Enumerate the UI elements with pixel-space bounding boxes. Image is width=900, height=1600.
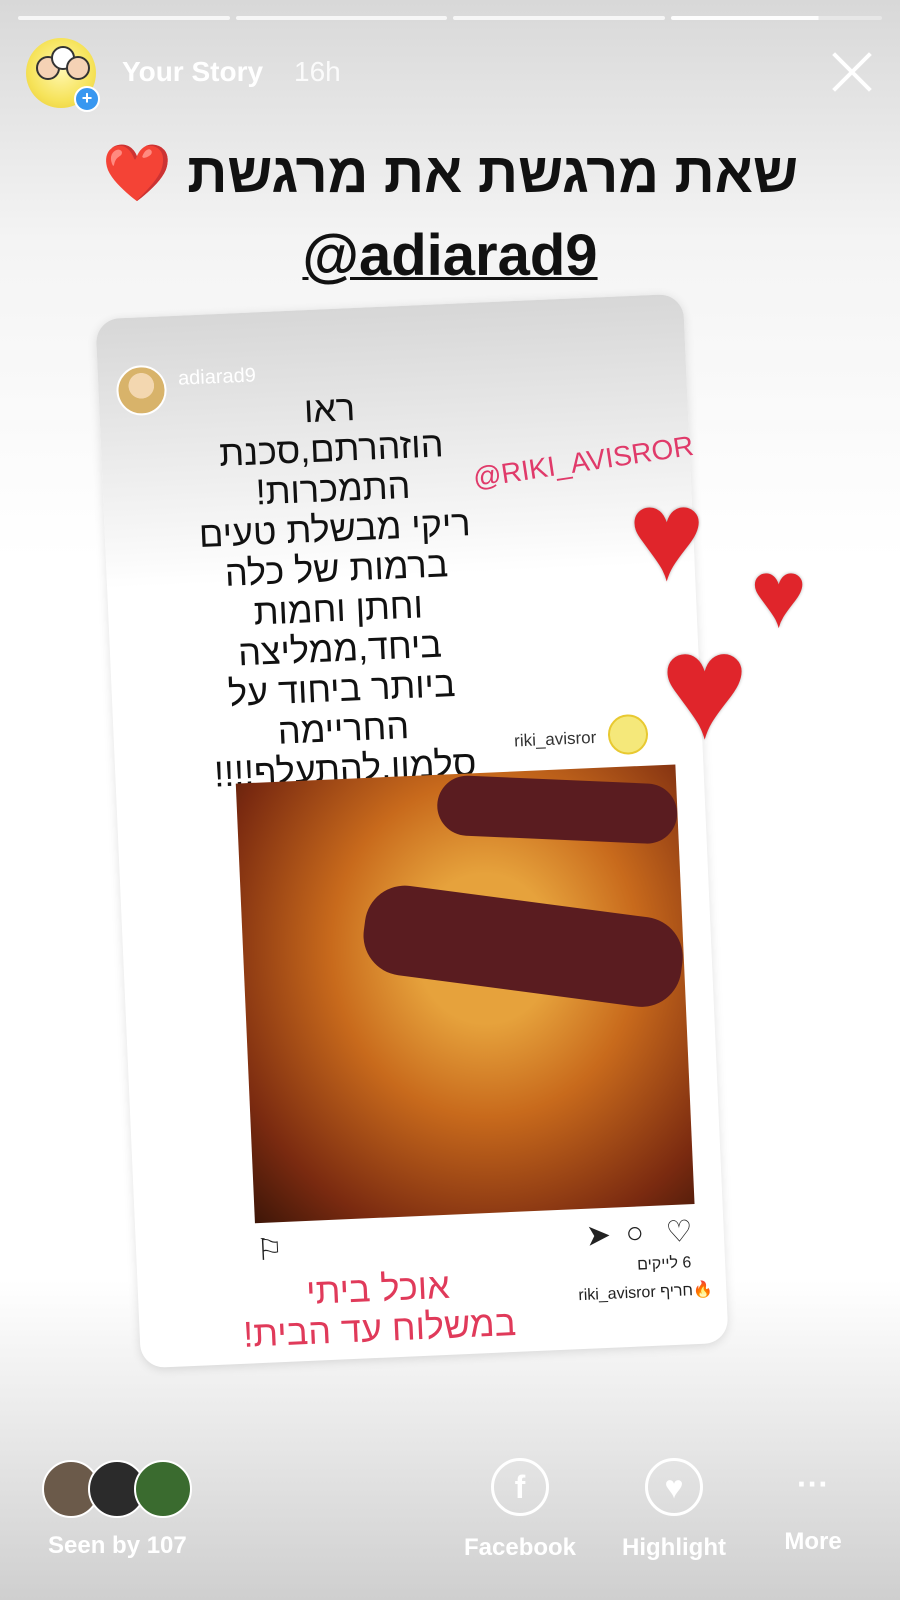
food-photo bbox=[235, 764, 695, 1224]
facebook-icon: f bbox=[491, 1458, 549, 1516]
viewer-avatar bbox=[134, 1460, 192, 1518]
inner-post-avatar bbox=[607, 713, 649, 756]
story-owner-title[interactable]: Your Story bbox=[122, 56, 263, 88]
progress-segment bbox=[235, 16, 447, 20]
add-story-plus-icon[interactable]: + bbox=[74, 86, 100, 112]
avatar-figure bbox=[66, 56, 90, 80]
heart-outline-icon: ♡ bbox=[665, 1215, 694, 1250]
heart-sticker-icon[interactable]: ♥ bbox=[750, 540, 807, 650]
bookmark-icon: ⚐ bbox=[255, 1233, 284, 1268]
progress-segment bbox=[18, 16, 230, 20]
inner-post-caption: riki_avisror חריף🔥 bbox=[578, 1281, 714, 1305]
highlight-heart-icon: ♥ bbox=[645, 1458, 703, 1516]
shared-story-card[interactable]: adiarad9 ראו הוזהרתם,סכנת התמכרות! ריקי … bbox=[95, 293, 729, 1369]
mention-sticker[interactable]: @adiarad9 bbox=[0, 222, 900, 289]
send-icon: ➤ bbox=[585, 1218, 612, 1253]
story-headline: שאת מרגשת את מרגשת ❤️ bbox=[101, 141, 799, 204]
more-button[interactable]: ··· More bbox=[743, 1458, 883, 1556]
inner-post-username: riki_avisror bbox=[513, 727, 597, 751]
mention-text: @adiarad9 bbox=[302, 223, 598, 288]
progress-segment bbox=[453, 16, 665, 20]
facebook-button[interactable]: f Facebook bbox=[450, 1458, 590, 1562]
facebook-label: Facebook bbox=[463, 1534, 577, 1561]
close-icon[interactable] bbox=[830, 50, 874, 94]
seen-by-count[interactable]: Seen by 107 bbox=[48, 1532, 187, 1560]
progress-segment-current bbox=[670, 16, 882, 20]
story-timestamp: 16h bbox=[294, 56, 341, 87]
heart-sticker-icon[interactable]: ♥ bbox=[628, 460, 705, 610]
story-footer: Seen by 107 f Facebook ♥ Highlight ··· M… bbox=[0, 1450, 900, 1600]
pepper-shape bbox=[358, 880, 688, 1012]
story-progress-bars bbox=[18, 16, 882, 20]
highlight-button[interactable]: ♥ Highlight bbox=[604, 1458, 744, 1562]
inner-post-actions: ⚐ ➤ ○ ♡ bbox=[255, 1214, 696, 1269]
pepper-shape bbox=[436, 774, 679, 845]
highlight-label: Highlight bbox=[622, 1534, 726, 1561]
heart-sticker-icon[interactable]: ♥ bbox=[660, 600, 749, 773]
shared-story-text: ראו הוזהרתם,סכנת התמכרות! ריקי מבשלת טעי… bbox=[179, 383, 496, 796]
profile-avatar[interactable]: + bbox=[26, 38, 100, 112]
more-label: More bbox=[784, 1528, 842, 1555]
likes-count: 6 לייקים bbox=[636, 1254, 692, 1274]
story-header: + Your Story 16h bbox=[26, 38, 874, 112]
comment-icon: ○ bbox=[625, 1216, 645, 1251]
more-dots-icon: ··· bbox=[797, 1466, 829, 1502]
shared-username: adiarad9 bbox=[177, 364, 257, 390]
